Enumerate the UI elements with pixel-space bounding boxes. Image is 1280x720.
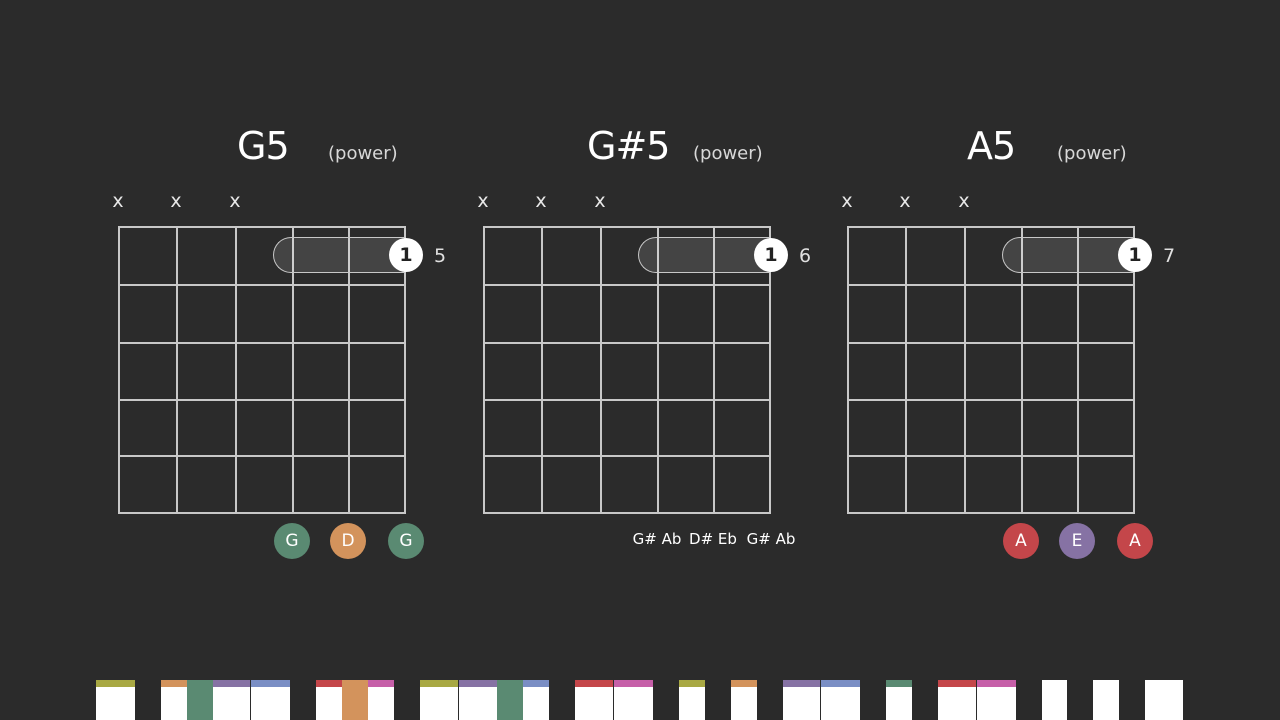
- note-label: D# Eb: [689, 530, 737, 548]
- chord-name: A5: [967, 124, 1016, 168]
- note-color-fill: [497, 680, 524, 720]
- piano-black-key: [290, 680, 317, 720]
- note-label: G# Ab: [632, 530, 682, 548]
- note-color-fill: [186, 680, 213, 720]
- chord-type: (power): [1057, 143, 1127, 164]
- chord-name: G#5: [587, 124, 670, 168]
- barre-indicator: [1002, 237, 1135, 273]
- fret-line: [849, 399, 1133, 401]
- muted-string-marker: x: [958, 190, 970, 212]
- muted-string-marker: x: [899, 190, 911, 212]
- fret-line: [120, 284, 404, 286]
- muted-string-marker: x: [594, 190, 606, 212]
- piano-black-key: [860, 680, 887, 720]
- chord-type: (power): [328, 143, 398, 164]
- string-line: [600, 228, 602, 512]
- muted-string-marker: x: [477, 190, 489, 212]
- piano-black-key: [186, 680, 213, 720]
- piano-black-key: [497, 680, 524, 720]
- string-line: [905, 228, 907, 512]
- fret-line: [849, 455, 1133, 457]
- barre-indicator: [273, 237, 406, 273]
- note-label: G: [388, 523, 424, 559]
- muted-string-marker: x: [841, 190, 853, 212]
- fret-line: [485, 399, 769, 401]
- fret-number: 7: [1163, 245, 1176, 267]
- string-line: [235, 228, 237, 512]
- piano-black-key: [393, 680, 420, 720]
- piano-keyboard: [96, 680, 1184, 720]
- piano-black-key: [1067, 680, 1094, 720]
- fret-line: [485, 342, 769, 344]
- note-color-fill: [342, 680, 369, 720]
- fret-line: [120, 399, 404, 401]
- note-label: D: [330, 523, 366, 559]
- piano-black-key: [1119, 680, 1146, 720]
- piano-black-key: [756, 680, 783, 720]
- fret-line: [120, 455, 404, 457]
- muted-string-marker: x: [535, 190, 547, 212]
- piano-black-key: [549, 680, 576, 720]
- chord-type: (power): [693, 143, 763, 164]
- finger-dot: 1: [754, 238, 788, 272]
- fret-line: [120, 342, 404, 344]
- muted-string-marker: x: [112, 190, 124, 212]
- piano-black-key: [342, 680, 369, 720]
- piano-black-key: [652, 680, 679, 720]
- finger-dot: 1: [1118, 238, 1152, 272]
- string-line: [964, 228, 966, 512]
- fret-line: [485, 284, 769, 286]
- note-label: A: [1003, 523, 1039, 559]
- chord-name: G5: [237, 124, 290, 168]
- piano-black-key: [704, 680, 731, 720]
- piano-black-key: [134, 680, 161, 720]
- piano-black-key: [911, 680, 938, 720]
- string-line: [176, 228, 178, 512]
- note-label: A: [1117, 523, 1153, 559]
- fret-line: [849, 284, 1133, 286]
- note-label: G: [274, 523, 310, 559]
- barre-indicator: [638, 237, 771, 273]
- fret-number: 6: [799, 245, 812, 267]
- muted-string-marker: x: [229, 190, 241, 212]
- note-label: G# Ab: [746, 530, 796, 548]
- finger-dot: 1: [389, 238, 423, 272]
- fret-number: 5: [434, 245, 447, 267]
- fret-line: [849, 342, 1133, 344]
- fret-line: [485, 455, 769, 457]
- string-line: [541, 228, 543, 512]
- piano-black-key: [1015, 680, 1042, 720]
- muted-string-marker: x: [170, 190, 182, 212]
- note-label: E: [1059, 523, 1095, 559]
